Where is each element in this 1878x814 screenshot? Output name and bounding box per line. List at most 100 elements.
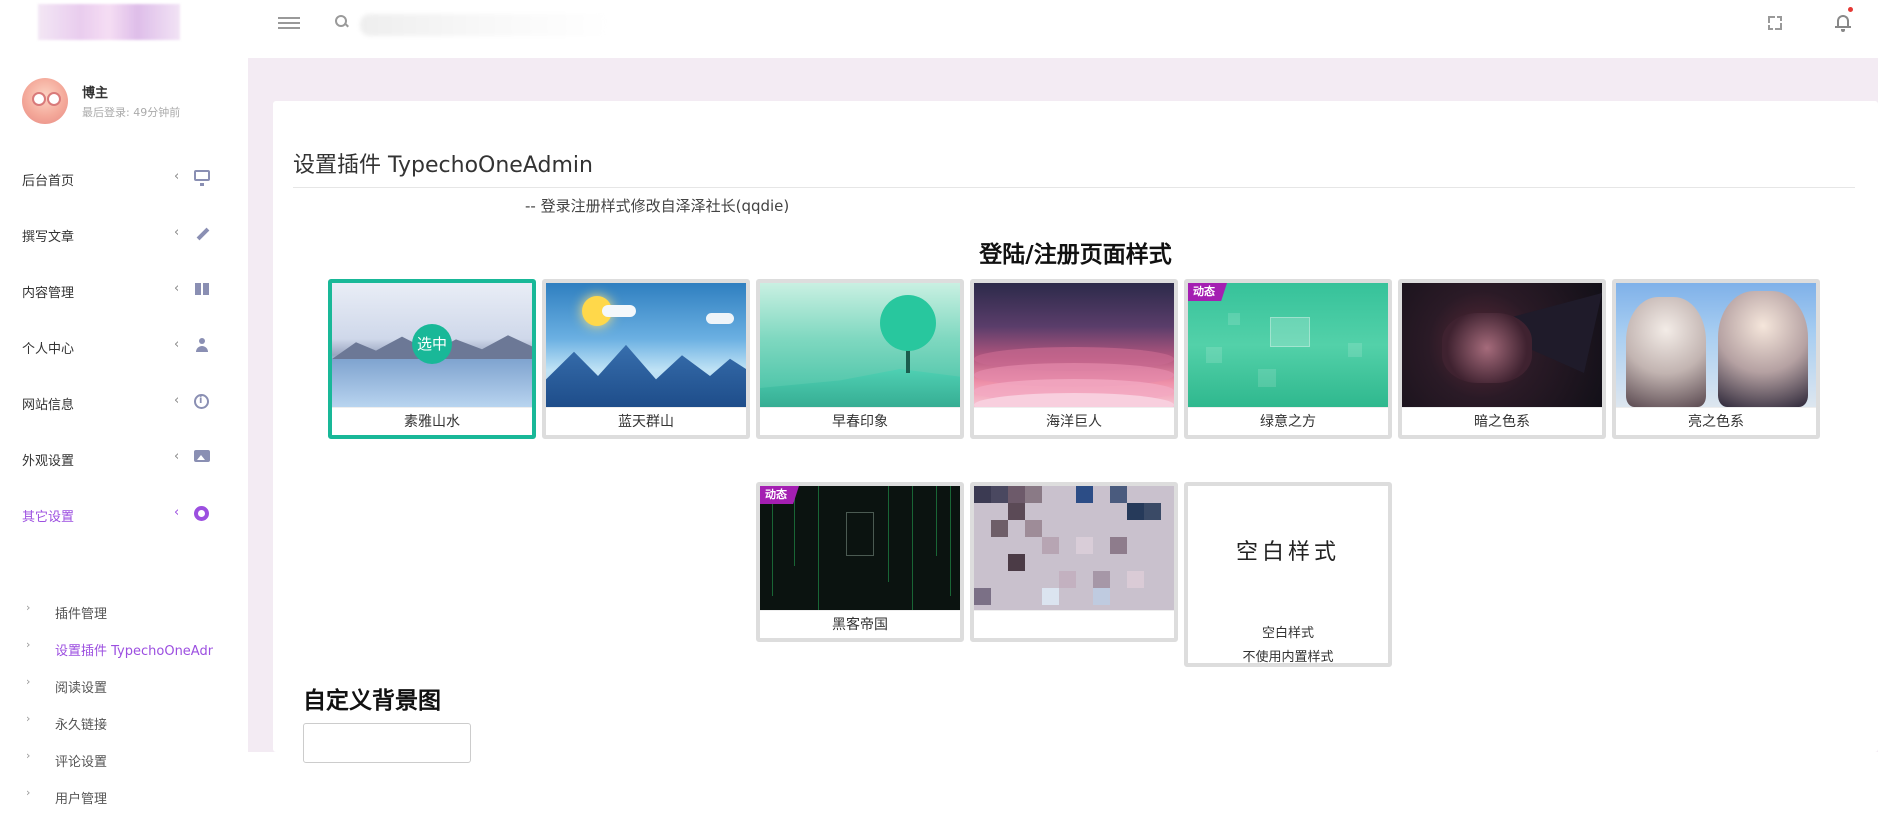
dynamic-badge: 动态 [1188, 283, 1227, 301]
style-thumbnail [974, 283, 1174, 407]
sidebar: 博主 最后登录: 49分钟前 后台首页 ‹ 撰写文章 ‹ 内容管理 ‹ 个人中心… [0, 58, 248, 807]
chevron-left-icon: ‹ [174, 449, 180, 464]
style-thumbnail: 动态 [760, 486, 960, 610]
subnav-item-permalinks[interactable]: › 永久链接 [0, 703, 248, 740]
login-form-preview [846, 512, 874, 556]
avatar[interactable] [22, 78, 68, 124]
sidebar-item-write-post[interactable]: 撰写文章 ‹ [0, 206, 248, 262]
login-form-preview [1270, 317, 1310, 347]
style-thumbnail [1402, 283, 1602, 407]
last-login-text: 最后登录: 49分钟前 [82, 106, 181, 119]
style-thumbnail [760, 283, 960, 407]
selected-mark: 选中 [412, 324, 452, 364]
sidebar-item-appearance[interactable]: 外观设置 ‹ [0, 430, 248, 486]
sidebar-nav: 后台首页 ‹ 撰写文章 ‹ 内容管理 ‹ 个人中心 ‹ 网站信息 ‹ 外观设置 … [0, 150, 248, 542]
style-thumbnail: 动态 [1188, 283, 1388, 407]
chevron-left-icon: ‹ [174, 281, 180, 296]
style-option-early-spring[interactable]: 早春印象 [756, 279, 964, 439]
subnav-item-reading[interactable]: › 阅读设置 [0, 666, 248, 703]
custom-background-input[interactable] [303, 723, 471, 763]
login-style-section-title: 登陆/注册页面样式 [979, 242, 1172, 268]
search-input[interactable] [360, 14, 610, 36]
search-icon[interactable] [334, 14, 350, 30]
style-option-ocean-giant[interactable]: 海洋巨人 [970, 279, 1178, 439]
chevron-left-icon: ‹ [174, 505, 180, 520]
page-subtitle: -- 登录注册样式修改自泽泽社长(qqdie) [525, 197, 790, 215]
sidebar-item-label: 个人中心 [22, 342, 75, 357]
monitor-icon [194, 170, 210, 186]
style-thumbnail [1616, 283, 1816, 407]
blank-style-thumb-text: 空白样式 [1235, 540, 1340, 565]
subnav-item-label: 插件管理 [55, 607, 108, 622]
subnav-item-comments[interactable]: › 评论设置 [0, 740, 248, 777]
chevron-right-icon: › [26, 749, 31, 762]
sidebar-item-other-settings[interactable]: 其它设置 ‹ [0, 486, 248, 542]
style-caption: 早春印象 [760, 407, 960, 435]
style-caption-secondary: 不使用内置样式 [1242, 650, 1334, 665]
custom-background-title: 自定义背景图 [303, 688, 441, 714]
user-profile[interactable]: 博主 最后登录: 49分钟前 [22, 78, 242, 138]
top-bar [0, 0, 1878, 58]
fullscreen-icon[interactable] [1768, 16, 1782, 30]
style-caption: 空白样式 [1261, 626, 1314, 641]
sidebar-item-dashboard[interactable]: 后台首页 ‹ [0, 150, 248, 206]
subnav-item-plugins[interactable]: › 插件管理 [0, 592, 248, 629]
subnav-item-label: 永久链接 [55, 718, 108, 733]
sidebar-item-label: 内容管理 [22, 286, 75, 301]
subnav-item-users[interactable]: › 用户管理 [0, 777, 248, 814]
style-option-blue-sky[interactable]: 蓝天群山 [542, 279, 750, 439]
style-thumbnail: 空白样式 [1188, 486, 1388, 616]
chevron-left-icon: ‹ [174, 225, 180, 240]
sidebar-item-label: 其它设置 [22, 510, 75, 525]
settings-card: 设置插件 TypechoOneAdmin -- 登录注册样式修改自泽泽社长(qq… [273, 101, 1878, 763]
image-icon [194, 450, 210, 462]
sidebar-item-label: 外观设置 [22, 454, 75, 469]
bell-icon[interactable] [1834, 12, 1852, 32]
style-option-bright[interactable]: 亮之色系 [1612, 279, 1820, 439]
sidebar-item-label: 后台首页 [22, 174, 75, 189]
style-caption: 黑客帝国 [760, 610, 960, 638]
chevron-left-icon: ‹ [174, 169, 180, 184]
subnav-item-label: 阅读设置 [55, 681, 108, 696]
style-option-green[interactable]: 动态 绿意之方 [1184, 279, 1392, 439]
sidebar-item-label: 网站信息 [22, 398, 75, 413]
title-divider [293, 187, 1855, 188]
chevron-right-icon: › [26, 712, 31, 725]
sidebar-subnav: › 插件管理 › 设置插件 TypechoOneAdmin › 阅读设置 › 永… [0, 592, 248, 814]
style-caption: 绿意之方 [1188, 407, 1388, 435]
chevron-right-icon: › [26, 638, 31, 651]
hamburger-menu-icon[interactable] [278, 14, 300, 32]
subnav-item-label: 用户管理 [55, 792, 108, 807]
profile-name: 博主 [82, 86, 109, 101]
chevron-left-icon: ‹ [174, 393, 180, 408]
style-option-pixelated[interactable] [970, 482, 1178, 642]
info-icon [194, 394, 209, 409]
pencil-icon [194, 226, 210, 240]
notification-dot [1848, 7, 1853, 12]
chevron-right-icon: › [26, 675, 31, 688]
style-option-matrix[interactable]: 动态 黑客帝国 [756, 482, 964, 642]
style-thumbnail [974, 486, 1174, 610]
style-caption: 海洋巨人 [974, 407, 1174, 435]
style-caption [974, 610, 1174, 638]
sidebar-item-site-info[interactable]: 网站信息 ‹ [0, 374, 248, 430]
sidebar-item-label: 撰写文章 [22, 230, 75, 245]
style-caption: 亮之色系 [1616, 407, 1816, 435]
site-logo[interactable] [38, 4, 180, 40]
user-icon [194, 338, 210, 352]
dynamic-badge: 动态 [760, 486, 799, 504]
style-option-lake[interactable]: 选中 素雅山水 [328, 279, 536, 439]
chevron-right-icon: › [26, 601, 31, 614]
style-caption: 素雅山水 [332, 407, 532, 435]
gear-icon [194, 506, 209, 521]
subnav-item-plugin-settings[interactable]: › 设置插件 TypechoOneAdmin [0, 629, 248, 666]
style-caption: 蓝天群山 [546, 407, 746, 435]
page-title: 设置插件 TypechoOneAdmin [293, 153, 593, 178]
sidebar-item-profile[interactable]: 个人中心 ‹ [0, 318, 248, 374]
book-icon [194, 282, 210, 296]
sidebar-item-content[interactable]: 内容管理 ‹ [0, 262, 248, 318]
chevron-right-icon: › [26, 786, 31, 799]
style-option-blank[interactable]: 空白样式 空白样式 不使用内置样式 [1184, 482, 1392, 667]
style-option-dark[interactable]: 暗之色系 [1398, 279, 1606, 439]
subnav-item-label: 评论设置 [55, 755, 108, 770]
